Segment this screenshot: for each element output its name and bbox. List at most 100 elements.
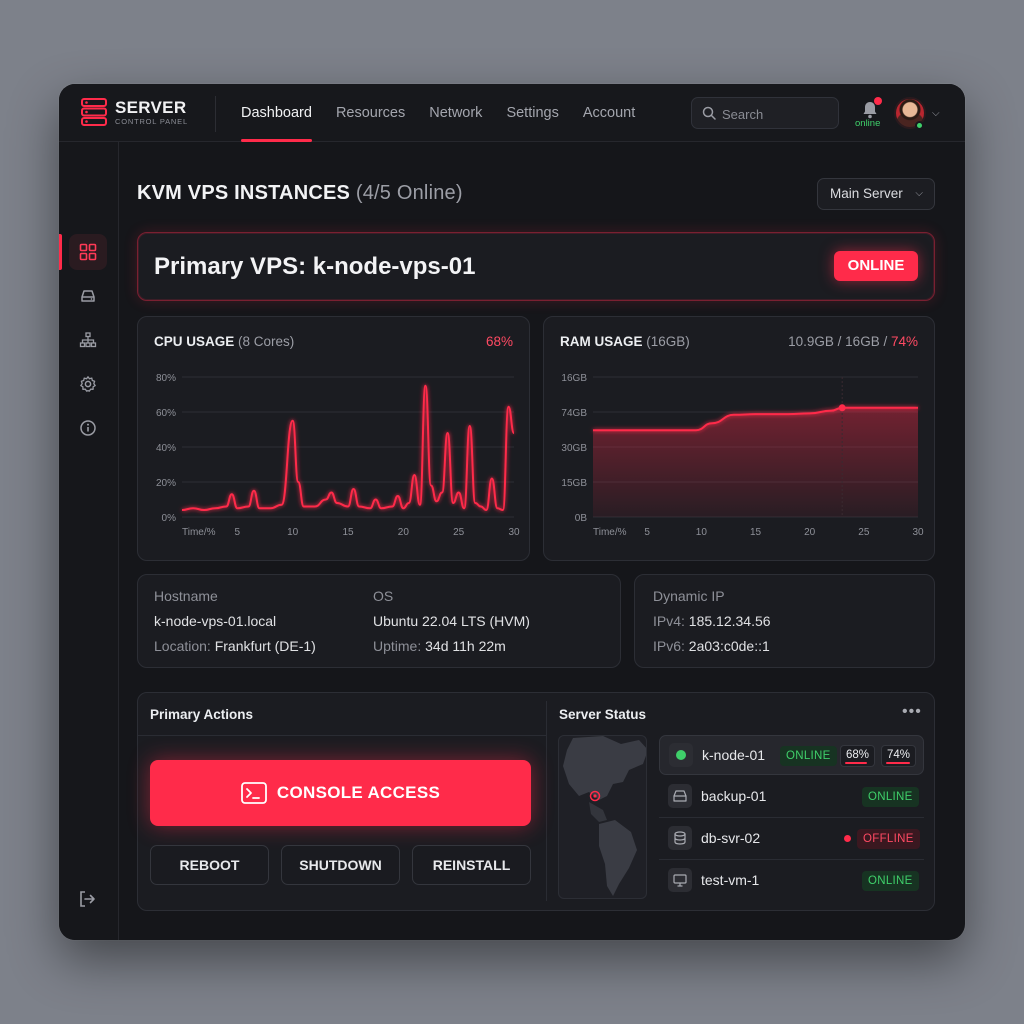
- server-row-k-node-01[interactable]: k-node-01 ONLINE 68% 74%: [659, 735, 924, 775]
- nav-dashboard[interactable]: Dashboard: [229, 84, 324, 142]
- server-logo-icon: [81, 98, 107, 126]
- sidebar-active-indicator: [59, 234, 62, 270]
- drive-icon: [668, 784, 692, 808]
- status-badge: ONLINE: [862, 787, 919, 807]
- world-map[interactable]: [558, 735, 647, 899]
- nav-account[interactable]: Account: [571, 84, 647, 142]
- cpu-value: 68%: [485, 334, 513, 349]
- y-tick-label: 0%: [162, 513, 177, 524]
- x-tick-label: 30: [912, 527, 924, 538]
- search-box[interactable]: [691, 97, 839, 129]
- sidebar-item-info[interactable]: [69, 410, 107, 446]
- server-row-backup-01[interactable]: backup-01 ONLINE: [659, 777, 924, 818]
- ram-used: 10.9GB / 16GB /: [788, 334, 888, 349]
- uptime-value: 34d 11h 22m: [425, 638, 506, 654]
- y-tick-label: 80%: [156, 373, 176, 384]
- offline-dot: [844, 835, 851, 842]
- server-select[interactable]: Main Server ⌵: [817, 178, 935, 210]
- ram-capacity: (16GB): [646, 334, 690, 349]
- y-tick-label: 16GB: [561, 373, 587, 384]
- console-access-button[interactable]: CONSOLE ACCESS: [150, 760, 531, 826]
- server-name: k-node-01: [702, 747, 766, 763]
- page-title: KVM VPS INSTANCES (4/5 Online): [137, 182, 463, 205]
- y-tick-label: 0B: [575, 513, 588, 524]
- ipv4-row: IPv4: 185.12.34.56: [653, 613, 771, 629]
- x-axis-label: Time/%: [182, 527, 216, 538]
- ip-label: Dynamic IP: [653, 588, 725, 604]
- status-badge: ONLINE: [780, 746, 837, 766]
- shutdown-button[interactable]: SHUTDOWN: [281, 845, 400, 885]
- network-icon: [79, 332, 97, 348]
- sidebar-item-network[interactable]: [69, 322, 107, 358]
- console-access-label: CONSOLE ACCESS: [276, 783, 441, 802]
- status-badge: ONLINE: [834, 251, 918, 281]
- location-row: Location: Frankfurt (DE-1): [154, 638, 316, 654]
- brand-subtitle: CONTROL PANEL: [115, 116, 188, 126]
- x-tick-label: 25: [453, 527, 465, 538]
- os-label: OS: [373, 588, 394, 604]
- sidebar-item-dashboard[interactable]: [69, 234, 107, 270]
- more-options-icon[interactable]: •••: [902, 703, 922, 721]
- y-tick-label: 15GB: [561, 478, 587, 489]
- server-name: test-vm-1: [701, 872, 760, 888]
- x-tick-label: 5: [644, 527, 650, 538]
- dashboard-icon: [79, 243, 97, 261]
- nav-settings[interactable]: Settings: [494, 84, 570, 142]
- ipv6-label: IPv6:: [653, 638, 685, 654]
- notification-dot: [874, 97, 882, 105]
- sidebar-item-drive[interactable]: [69, 278, 107, 314]
- y-tick-label: 30GB: [561, 443, 587, 454]
- database-icon: [668, 826, 692, 850]
- y-tick-label: 40%: [156, 443, 176, 454]
- reinstall-button[interactable]: REINSTALL: [412, 845, 531, 885]
- divider: [659, 817, 924, 818]
- monitor-icon: [668, 868, 692, 892]
- ipv4-label: IPv4:: [653, 613, 685, 629]
- reboot-button[interactable]: REBOOT: [150, 845, 269, 885]
- primary-vps-title: Primary VPS: k-node-vps-01: [154, 253, 476, 280]
- ipv6-value: 2a03:c0de::1: [688, 638, 770, 654]
- x-tick-label: 20: [804, 527, 816, 538]
- status-badge: OFFLINE: [857, 829, 920, 849]
- cpu-usage-line: [181, 384, 515, 512]
- ram-percent: 74%: [890, 334, 918, 349]
- brand[interactable]: SERVER CONTROL PANEL: [81, 98, 188, 126]
- server-row-test-vm-1[interactable]: test-vm-1 ONLINE: [659, 861, 924, 901]
- location-label: Location:: [154, 638, 211, 654]
- top-bar: SERVER CONTROL PANEL Dashboard Resources…: [59, 84, 965, 142]
- server-name: backup-01: [701, 788, 767, 804]
- sidebar-item-settings[interactable]: [69, 366, 107, 402]
- logout-icon[interactable]: [77, 889, 97, 909]
- sidebar: [59, 142, 119, 940]
- x-tick-label: 15: [342, 527, 354, 538]
- divider: [215, 96, 216, 132]
- search-input[interactable]: [722, 104, 832, 124]
- x-tick-label: 10: [287, 527, 299, 538]
- chevron-down-icon[interactable]: ⌵: [932, 108, 940, 119]
- gear-icon: [80, 376, 96, 392]
- ram-value: 10.9GB / 16GB / 74%: [788, 334, 918, 349]
- status-dot-icon: [669, 743, 693, 767]
- map-icon: [563, 736, 646, 896]
- server-name: db-svr-02: [701, 830, 761, 846]
- server-row-db-svr-02[interactable]: db-svr-02 OFFLINE: [659, 819, 924, 860]
- cpu-chart-title: CPU USAGE (8 Cores): [154, 334, 294, 349]
- main-content: KVM VPS INSTANCES (4/5 Online) Main Serv…: [119, 142, 965, 940]
- ram-usage-area: [593, 407, 918, 517]
- primary-actions-title: Primary Actions: [150, 707, 254, 722]
- x-tick-label: 10: [696, 527, 708, 538]
- ipv4-value: 185.12.34.56: [688, 613, 771, 629]
- chevron-down-icon: ⌵: [915, 188, 923, 199]
- y-tick-label: 60%: [156, 408, 176, 419]
- ram-chart: 0B 15GB 30GB 74GB 16GB Time/% 5 10 15 20 25 30: [561, 373, 924, 538]
- ram-usage-card: RAM USAGE (16GB) 10.9GB / 16GB / 74% 0B 1…: [543, 316, 935, 561]
- nav-resources[interactable]: Resources: [324, 84, 417, 142]
- ipv6-row: IPv6: 2a03:c0de::1: [653, 638, 770, 654]
- x-axis-label: Time/%: [593, 527, 627, 538]
- divider: [659, 859, 924, 860]
- nav-network[interactable]: Network: [417, 84, 494, 142]
- main-nav: Dashboard Resources Network Settings Acc…: [229, 84, 647, 142]
- cpu-cores: (8 Cores): [238, 334, 295, 349]
- x-tick-label: 25: [858, 527, 870, 538]
- uptime-row: Uptime: 34d 11h 22m: [373, 638, 506, 654]
